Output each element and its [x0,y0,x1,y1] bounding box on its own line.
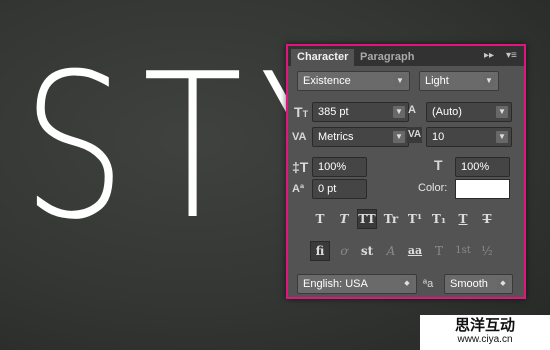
font-size-field[interactable]: 385 pt ▼ [312,102,409,122]
stylistic-alternates-button[interactable]: aa [405,241,425,261]
font-family-value: Existence [303,75,351,87]
ligatures-button[interactable]: fi [310,241,330,261]
chevron-down-icon: ▼ [496,131,508,143]
watermark-logo: 思洋互动 www.ciya.cn [420,315,550,350]
faux-bold-button[interactable]: T [310,209,330,229]
chevron-down-icon: ▼ [394,75,406,87]
baseline-shift-icon: Aª [292,183,305,195]
vertical-scale-icon: ‡T [292,159,309,175]
chevron-down-icon: ▼ [393,106,405,118]
kerning-field[interactable]: Metrics ▼ [312,127,409,147]
faux-italic-button[interactable]: T [334,209,354,229]
antialias-icon: ªa [423,278,434,290]
color-label: Color: [418,182,448,194]
titling-alternates-button[interactable]: T [429,241,449,261]
updown-icon: ◆ [497,278,509,290]
tracking-value: 10 [432,131,445,143]
tracking-icon: VA [407,127,423,143]
leading-field[interactable]: (Auto) ▼ [426,102,512,122]
color-swatch[interactable] [455,179,510,199]
font-family-select[interactable]: Existence ▼ [297,71,410,91]
leading-icon: A [408,104,416,116]
panel-tabbar: Character Paragraph ▸▸ ▾≡ [288,46,524,66]
tab-paragraph[interactable]: Paragraph [354,49,420,66]
font-style-value: Light [425,75,449,87]
antialias-value: Smooth [450,278,488,290]
baseline-shift-value: 0 pt [318,183,337,195]
font-size-value: 385 pt [318,106,349,118]
horizontal-scale-field[interactable]: 100% [455,157,510,177]
discretionary-ligatures-button[interactable]: st [357,241,377,261]
font-style-select[interactable]: Light ▼ [419,71,499,91]
kerning-value: Metrics [318,131,354,143]
font-size-icon: TT [294,104,309,120]
tab-character[interactable]: Character [291,49,355,66]
chevron-down-icon: ▼ [496,106,508,118]
baseline-shift-field[interactable]: 0 pt [312,179,367,199]
superscript-button[interactable]: T¹ [405,209,425,229]
updown-icon: ◆ [401,278,413,290]
vertical-scale-value: 100% [318,161,347,173]
language-value: English: USA [303,278,368,290]
character-panel: Character Paragraph ▸▸ ▾≡ Existence ▼ Li… [286,44,526,299]
watermark-title: 思洋互动 [454,316,515,334]
antialias-select[interactable]: Smooth ◆ [444,274,513,294]
watermark-url: www.ciya.cn [457,334,513,345]
chevron-down-icon: ▼ [393,131,405,143]
vertical-scale-field[interactable]: 100% [312,157,367,177]
ordinals-button[interactable]: 1st [453,241,473,261]
panel-menu-icon[interactable]: ▾≡ [506,50,517,61]
kerning-icon: VA [292,131,307,143]
old-style-button[interactable]: ơ [334,241,354,261]
small-caps-button[interactable]: Tr [381,209,401,229]
leading-value: (Auto) [432,106,462,118]
strikethrough-button[interactable]: T [477,209,497,229]
chevron-down-icon: ▼ [483,75,495,87]
swash-button[interactable]: A [381,241,401,261]
underline-button[interactable]: T [453,209,473,229]
expand-icon[interactable]: ▸▸ [484,50,494,61]
subscript-button[interactable]: T₁ [429,209,449,229]
horizontal-scale-value: 100% [461,161,490,173]
fractions-button[interactable]: ½ [477,241,497,261]
horizontal-scale-icon: T [434,157,443,173]
language-select[interactable]: English: USA ◆ [297,274,417,294]
tracking-field[interactable]: 10 ▼ [426,127,512,147]
all-caps-button[interactable]: TT [357,209,377,229]
